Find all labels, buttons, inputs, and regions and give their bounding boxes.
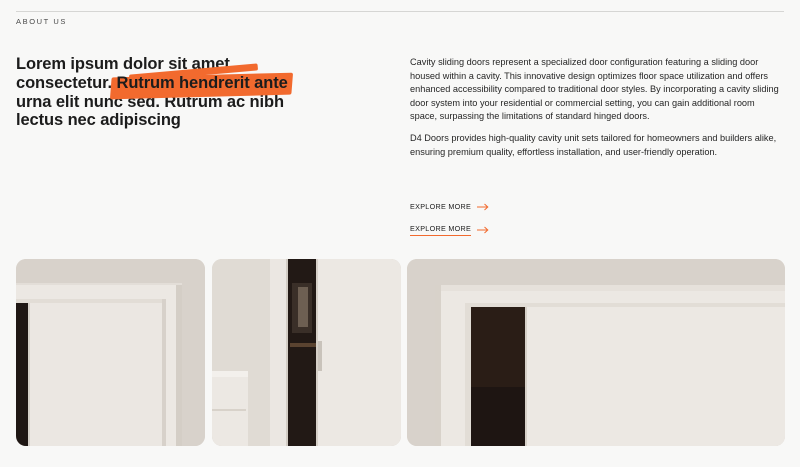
explore-more-link-2[interactable]: EXPLORE MORE [410,224,489,236]
sliding-door-photo-middle [212,259,401,446]
sliding-door-photo-right [407,259,785,446]
arrow-right-icon [477,226,489,234]
headline-highlight: Rutrum hendrerit ante [116,73,288,92]
about-description: Cavity sliding doors represent a special… [410,56,782,159]
headline-plain-text: consectetur. [16,73,113,92]
description-paragraph-1: Cavity sliding doors represent a special… [410,57,779,122]
sliding-door-photo-left [16,259,205,446]
section-label: ABOUT US [16,17,68,26]
explore-more-label: EXPLORE MORE [410,224,472,236]
arrow-right-icon [477,203,489,211]
explore-more-link-1[interactable]: EXPLORE MORE [410,202,489,211]
headline-line-2: consectetur. Rutrum hendrerit ante [16,74,316,93]
headline: Lorem ipsum dolor sit amet consectetur. … [16,55,316,130]
explore-more-label: EXPLORE MORE [410,202,472,211]
top-divider [16,11,784,12]
description-paragraph-2: D4 Doors provides high-quality cavity un… [410,132,777,157]
headline-line-4: lectus nec adipiscing [16,111,181,130]
